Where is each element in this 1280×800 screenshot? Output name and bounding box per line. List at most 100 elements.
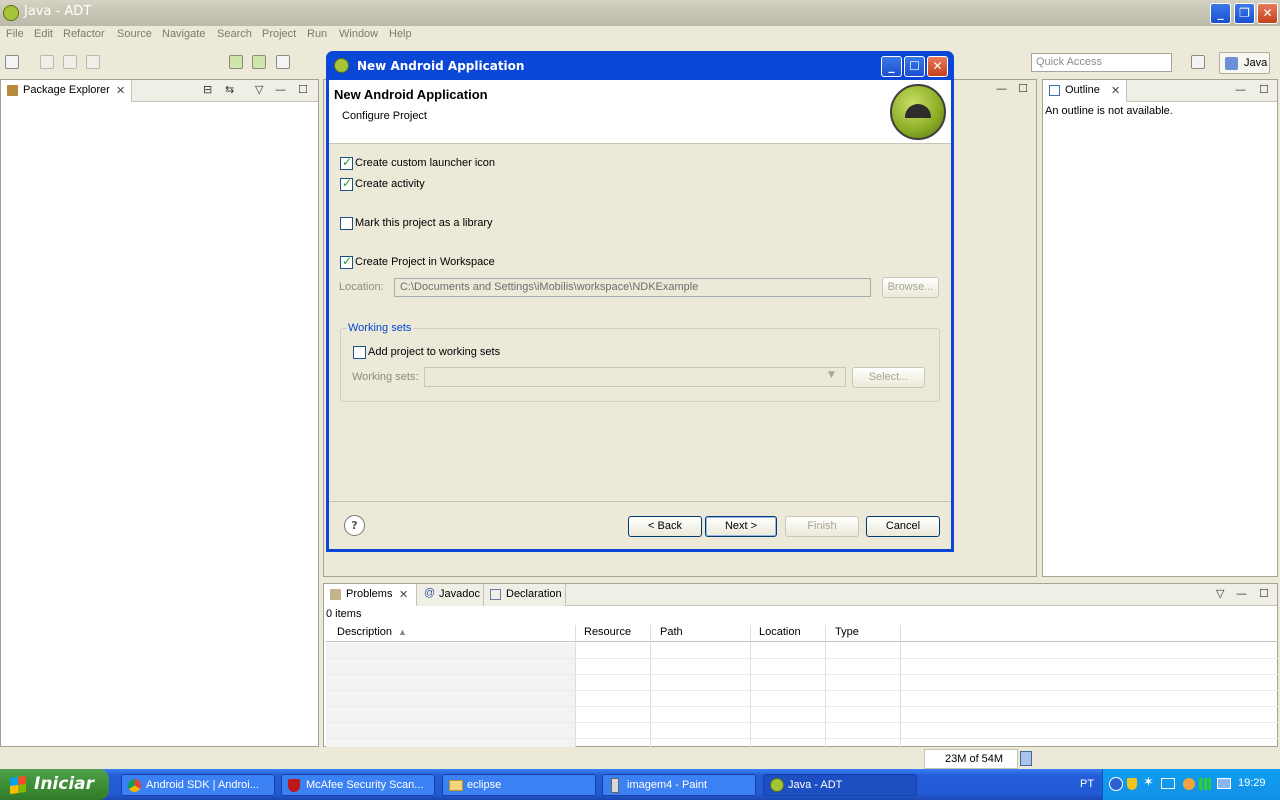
view-menu-icon[interactable]: ▽ (255, 83, 263, 96)
dialog-close-button[interactable]: ✕ (927, 56, 948, 77)
add-to-working-sets-checkbox[interactable] (353, 346, 366, 359)
maximize-view-icon[interactable]: ☐ (1259, 83, 1269, 96)
menu-run[interactable]: Run (307, 28, 327, 40)
add-to-working-sets-label[interactable]: Add project to working sets (368, 346, 500, 358)
print-icon[interactable] (86, 55, 100, 69)
save-all-icon[interactable] (63, 55, 77, 69)
monitor-icon[interactable] (1217, 778, 1231, 789)
sort-ascending-icon: ▲ (398, 627, 407, 637)
location-field[interactable]: C:\Documents and Settings\iMobilis\works… (394, 278, 871, 297)
table-row-line (326, 658, 1278, 659)
menu-navigate[interactable]: Navigate (162, 28, 205, 40)
help-icon[interactable]: ? (344, 515, 365, 536)
column-description[interactable]: Description ▲ (337, 626, 407, 642)
menu-search[interactable]: Search (217, 28, 252, 40)
task-android-sdk[interactable]: Android SDK | Androi... (121, 774, 275, 796)
tray-expand-icon[interactable] (1109, 777, 1123, 791)
working-sets-select[interactable]: ▼ (424, 367, 846, 387)
column-location[interactable]: Location (759, 626, 801, 642)
star-tray-icon[interactable]: ✶ (1143, 775, 1154, 790)
mark-library-checkbox[interactable] (340, 217, 353, 230)
minimize-view-icon[interactable]: — (275, 83, 286, 96)
close-tab-icon[interactable]: ✕ (116, 84, 125, 97)
tab-outline[interactable]: Outline ✕ (1043, 80, 1127, 102)
task-eclipse-folder[interactable]: eclipse (442, 774, 596, 796)
heap-status[interactable]: 23M of 54M (924, 749, 1018, 769)
window-title-bar[interactable]: Java - ADT _ ❐ ✕ (0, 0, 1280, 26)
restore-button[interactable]: ❐ (1234, 3, 1255, 24)
maximize-view-icon[interactable]: ☐ (1259, 587, 1269, 600)
clock[interactable]: 19:29 (1238, 777, 1266, 789)
open-perspective-icon[interactable] (1191, 55, 1205, 69)
sdk-manager-icon[interactable] (229, 55, 243, 69)
cancel-button[interactable]: Cancel (866, 516, 940, 537)
editor-maximize-icon[interactable]: ☐ (1018, 82, 1028, 95)
menu-file[interactable]: File (6, 28, 24, 40)
mark-library-label[interactable]: Mark this project as a library (355, 217, 493, 229)
back-button[interactable]: < Back (628, 516, 702, 537)
menu-source[interactable]: Source (117, 28, 152, 40)
custom-launcher-icon-checkbox[interactable]: ✓ (340, 155, 353, 170)
dialog-minimize-button[interactable]: _ (881, 56, 902, 77)
garbage-collect-icon[interactable] (1020, 751, 1032, 766)
android-logo-icon (890, 84, 946, 140)
perspective-java-button[interactable]: Java (1219, 52, 1270, 74)
quick-access-input[interactable]: Quick Access (1031, 53, 1172, 72)
language-indicator[interactable]: PT (1080, 778, 1094, 790)
collapse-all-icon[interactable]: ⊟ (203, 83, 212, 96)
close-tab-icon[interactable]: ✕ (1111, 84, 1120, 97)
minimize-button[interactable]: _ (1210, 3, 1231, 24)
network-icon[interactable] (1161, 778, 1175, 789)
outline-tabbar: Outline ✕ — ☐ (1043, 80, 1277, 102)
editor-minimize-icon[interactable]: — (996, 82, 1007, 95)
browse-button[interactable]: Browse... (882, 277, 939, 298)
dialog-title-bar[interactable]: New Android Application _ ☐ ✕ (332, 51, 948, 81)
close-tab-icon[interactable]: ✕ (399, 588, 408, 601)
tab-javadoc[interactable]: @ Javadoc (417, 584, 484, 606)
lint-check-icon[interactable] (276, 55, 290, 69)
menu-refactor[interactable]: Refactor (63, 28, 105, 40)
save-icon[interactable] (40, 55, 54, 69)
menu-project[interactable]: Project (262, 28, 296, 40)
create-in-workspace-checkbox[interactable]: ✓ (340, 254, 353, 269)
minimize-view-icon[interactable]: — (1235, 83, 1246, 96)
maximize-view-icon[interactable]: ☐ (298, 83, 308, 96)
window-title: Java - ADT (24, 4, 92, 19)
create-activity-label[interactable]: Create activity (355, 178, 425, 190)
create-in-workspace-label[interactable]: Create Project in Workspace (355, 256, 495, 268)
signal-icon[interactable] (1199, 778, 1211, 790)
column-divider (900, 625, 901, 747)
next-button[interactable]: Next > (705, 516, 777, 537)
column-resource[interactable]: Resource (584, 626, 631, 642)
column-type[interactable]: Type (835, 626, 859, 642)
close-button[interactable]: ✕ (1257, 3, 1278, 24)
tab-declaration[interactable]: Declaration (484, 584, 566, 606)
working-sets-group-label: Working sets (346, 322, 414, 334)
task-mcafee[interactable]: McAfee Security Scan... (281, 774, 435, 796)
menu-edit[interactable]: Edit (34, 28, 53, 40)
create-activity-checkbox[interactable]: ✓ (340, 176, 353, 191)
column-label: Description (337, 626, 393, 638)
finish-button[interactable]: Finish (785, 516, 859, 537)
avd-manager-icon[interactable] (252, 55, 266, 69)
tab-package-explorer[interactable]: Package Explorer ✕ (1, 80, 132, 102)
menu-window[interactable]: Window (339, 28, 378, 40)
menu-help[interactable]: Help (389, 28, 412, 40)
dialog-maximize-button[interactable]: ☐ (904, 56, 925, 77)
select-working-sets-button[interactable]: Select... (852, 367, 925, 388)
tab-label: Outline (1065, 84, 1100, 96)
minimize-view-icon[interactable]: — (1236, 587, 1247, 600)
adt-task-icon (770, 778, 784, 792)
start-button[interactable]: Iniciar (0, 769, 109, 800)
tab-problems[interactable]: Problems ✕ (324, 584, 417, 606)
new-icon[interactable] (5, 55, 19, 69)
task-paint[interactable]: imagem4 - Paint (602, 774, 756, 796)
perspective-label: Java (1244, 57, 1268, 69)
link-editor-icon[interactable]: ⇆ (225, 83, 234, 96)
view-menu-icon[interactable]: ▽ (1216, 587, 1224, 600)
update-icon[interactable] (1183, 778, 1195, 790)
column-path[interactable]: Path (660, 626, 683, 642)
custom-launcher-icon-label[interactable]: Create custom launcher icon (355, 157, 495, 169)
security-shield-icon[interactable] (1127, 778, 1137, 790)
task-java-adt[interactable]: Java - ADT (763, 774, 917, 796)
